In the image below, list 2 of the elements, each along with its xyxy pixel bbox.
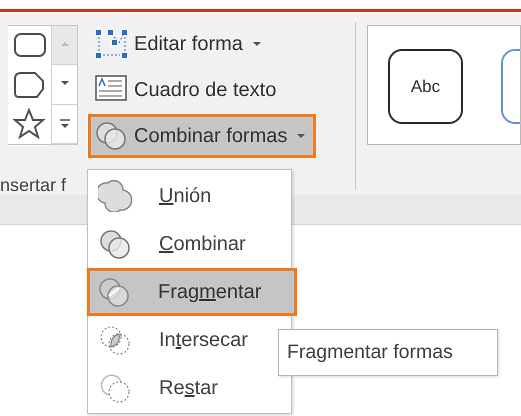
fragment-tooltip: Fragmentar formas	[278, 329, 498, 376]
group-label: nsertar f	[0, 174, 66, 197]
